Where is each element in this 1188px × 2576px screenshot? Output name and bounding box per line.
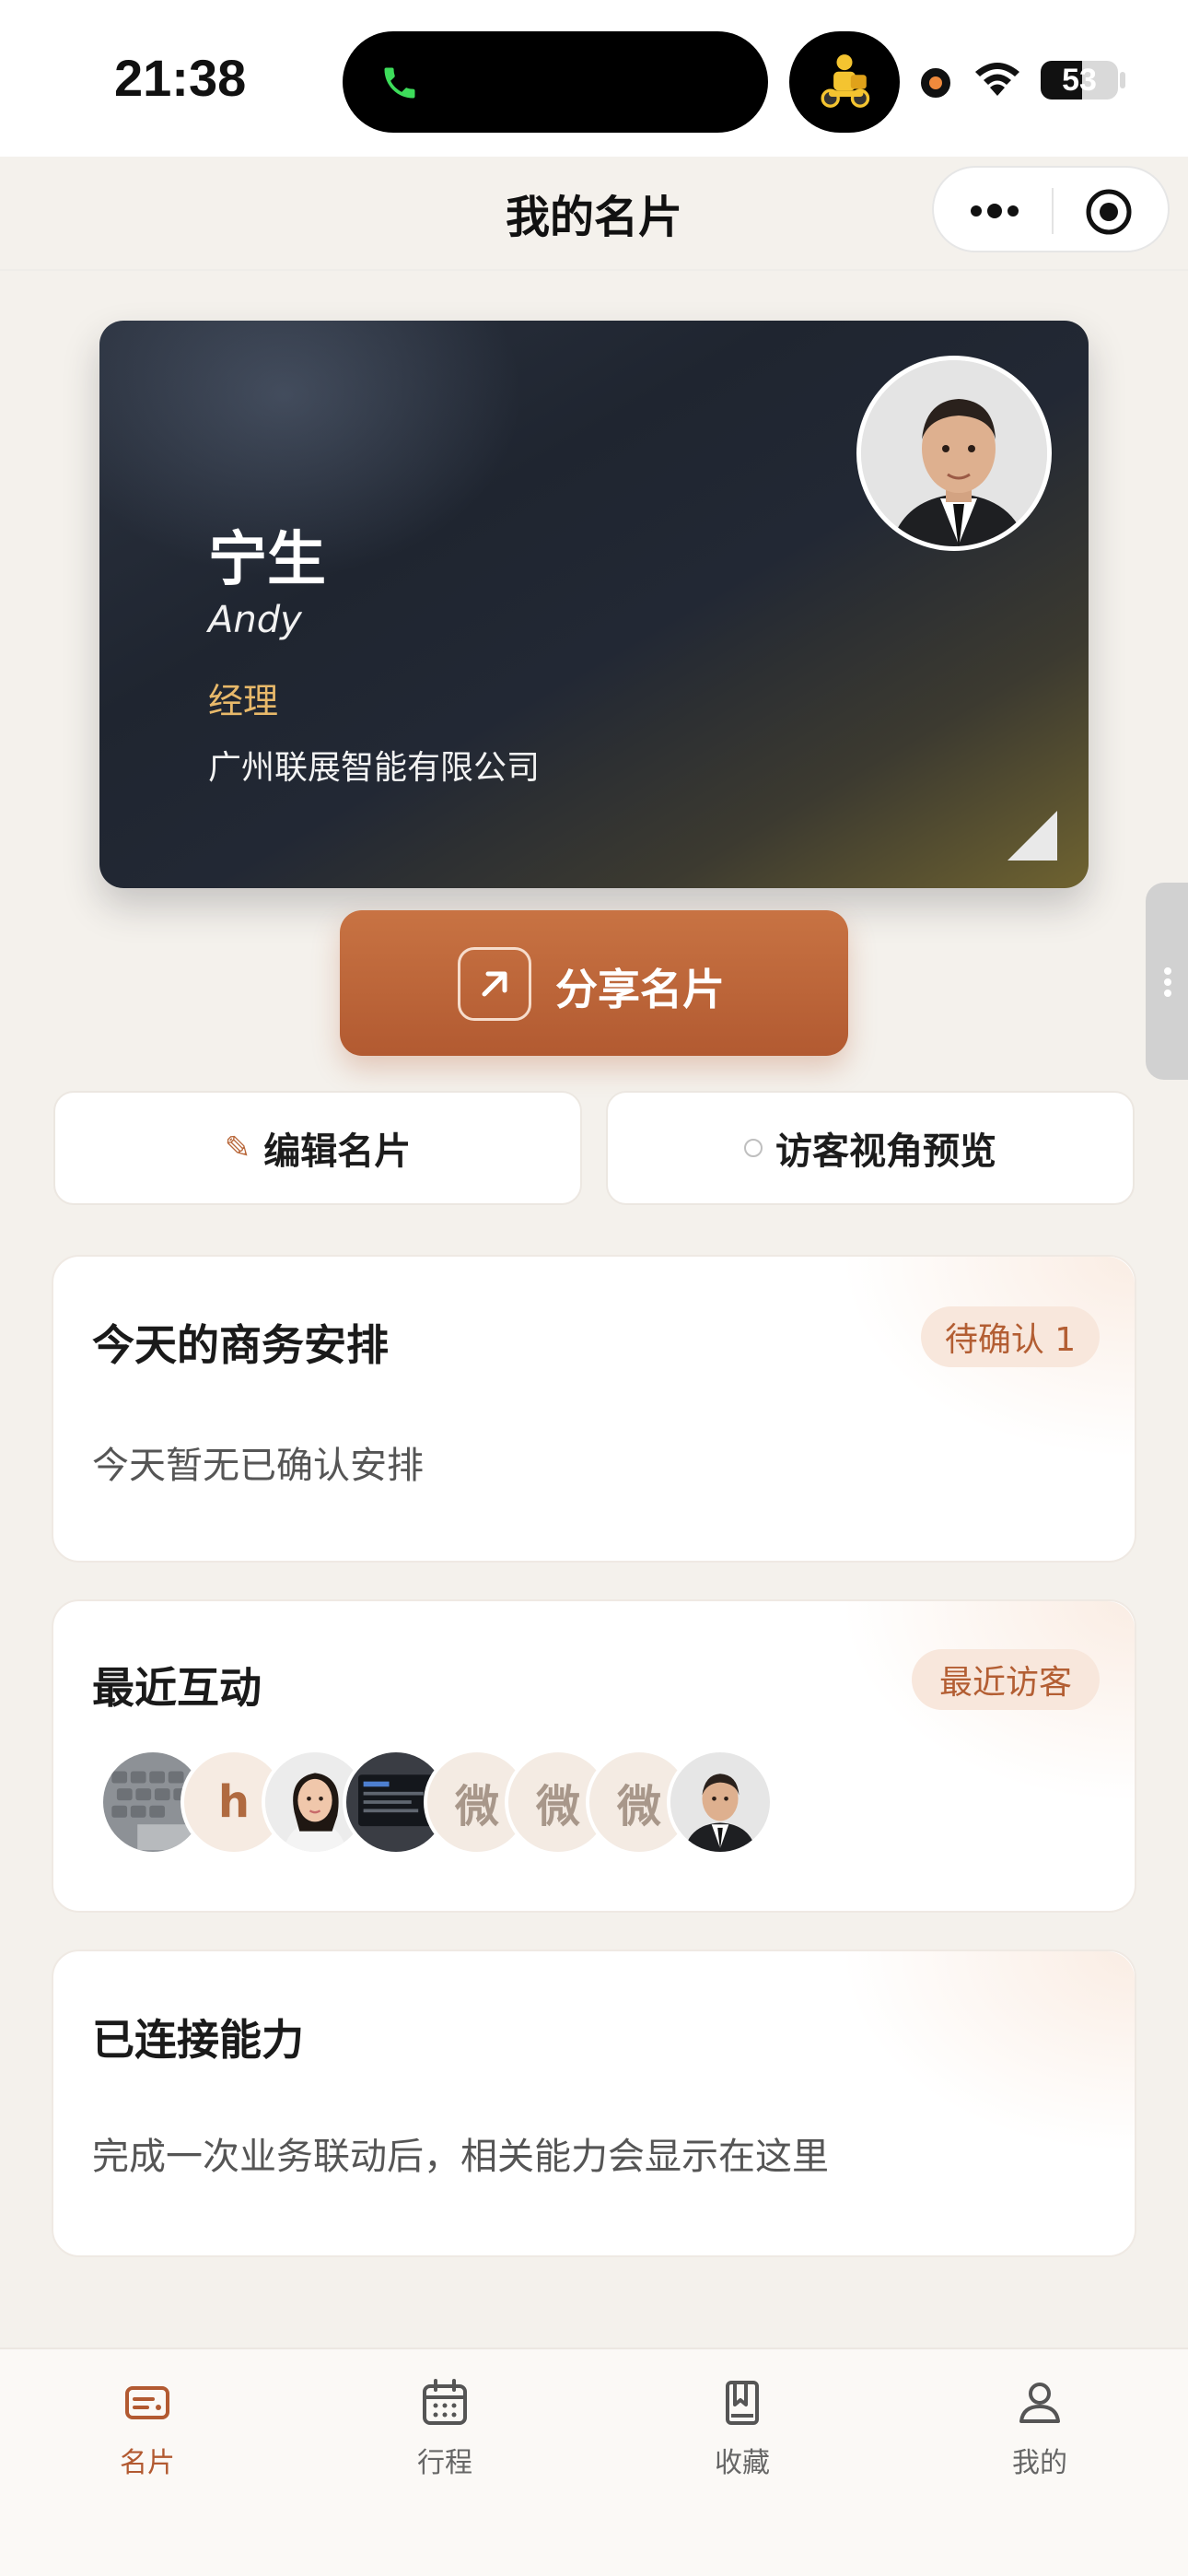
more-dots-icon[interactable] — [967, 201, 1022, 221]
tab-favorites-label: 收藏 — [715, 2447, 770, 2479]
recording-indicator-icon — [921, 68, 950, 98]
bottom-tab-bar: 名片 行程 收藏 我的 — [0, 2348, 1188, 2576]
tab-profile[interactable]: 我的 — [966, 2377, 1113, 2480]
preview-circle-icon — [744, 1139, 763, 1157]
battery-icon: 53 — [1041, 61, 1118, 100]
card-job-title: 经理 — [208, 681, 279, 721]
user-icon — [1019, 2383, 1060, 2423]
phone-call-icon — [384, 67, 415, 99]
man-portrait-icon — [670, 1752, 770, 1852]
tab-schedule[interactable]: 行程 — [371, 2377, 518, 2480]
visitor-preview-button[interactable]: 访客视角预览 — [606, 1091, 1135, 1205]
capabilities-title: 已连接能力 — [92, 2015, 304, 2065]
card-icon — [125, 2386, 169, 2419]
tab-schedule-label: 行程 — [417, 2447, 472, 2479]
edit-card-button[interactable]: ✎ 编辑名片 — [53, 1091, 582, 1205]
schedule-title: 今天的商务安排 — [92, 1320, 389, 1370]
avatar[interactable] — [667, 1749, 774, 1856]
card-company: 广州联展智能有限公司 — [208, 749, 541, 787]
business-card[interactable]: 宁生 Andy 经理 广州联展智能有限公司 — [99, 321, 1089, 888]
schedule-empty-text: 今天暂无已确认安排 — [92, 1445, 424, 1487]
connected-capabilities-panel[interactable]: 已连接能力 完成一次业务联动后，相关能力会显示在这里 — [52, 1950, 1136, 2257]
handle-dot — [1164, 989, 1171, 997]
handle-dot — [1164, 978, 1171, 986]
dynamic-island[interactable] — [343, 31, 768, 133]
card-corner-fold-icon — [1007, 811, 1057, 861]
edit-card-label: 编辑名片 — [263, 1130, 412, 1173]
visitor-avatar-row: h 微 微 微 — [99, 1749, 799, 1856]
man-portrait-icon — [861, 360, 1047, 546]
arrow-up-right-icon — [482, 971, 507, 997]
calendar-icon — [423, 2379, 467, 2425]
avatar — [856, 356, 1052, 551]
tab-profile-label: 我的 — [1012, 2447, 1067, 2479]
live-activity[interactable] — [789, 31, 900, 133]
interactions-title: 最近互动 — [92, 1663, 262, 1713]
battery-cap — [1120, 72, 1125, 88]
nav-divider — [0, 269, 1188, 271]
tab-favorites[interactable]: 收藏 — [669, 2377, 816, 2480]
share-card-button[interactable]: 分享名片 — [340, 910, 848, 1056]
target-circle-icon[interactable] — [1085, 188, 1133, 236]
tab-card[interactable]: 名片 — [74, 2377, 221, 2480]
wifi-icon — [975, 63, 1019, 96]
status-time: 21:38 — [114, 49, 247, 107]
recent-interactions-panel[interactable]: 最近互动 最近访客 h 微 微 微 — [52, 1599, 1136, 1913]
capabilities-empty-text: 完成一次业务联动后，相关能力会显示在这里 — [92, 2136, 829, 2178]
battery-level: 53 — [1062, 62, 1097, 98]
recent-visitors-badge[interactable]: 最近访客 — [912, 1649, 1100, 1710]
status-bar: 21:38 53 我的名片 — [0, 0, 1188, 252]
tab-card-label: 名片 — [120, 2447, 175, 2479]
card-english-name: Andy — [208, 599, 302, 641]
pending-confirm-badge[interactable]: 待确认 1 — [921, 1306, 1100, 1367]
handle-dot — [1164, 967, 1171, 975]
share-button-label: 分享名片 — [555, 965, 725, 1014]
mini-program-capsule — [932, 166, 1170, 252]
capsule-divider — [1052, 188, 1054, 234]
visitor-preview-label: 访客视角预览 — [775, 1130, 996, 1173]
bookmark-book-icon — [726, 2381, 759, 2425]
today-schedule-panel[interactable]: 今天的商务安排 待确认 1 今天暂无已确认安排 — [52, 1255, 1136, 1563]
card-name: 宁生 — [208, 526, 326, 594]
share-arrow-icon — [458, 947, 531, 1021]
floating-side-handle[interactable] — [1146, 883, 1188, 1080]
delivery-scooter-icon — [821, 54, 870, 108]
pencil-icon: ✎ — [224, 1130, 251, 1166]
